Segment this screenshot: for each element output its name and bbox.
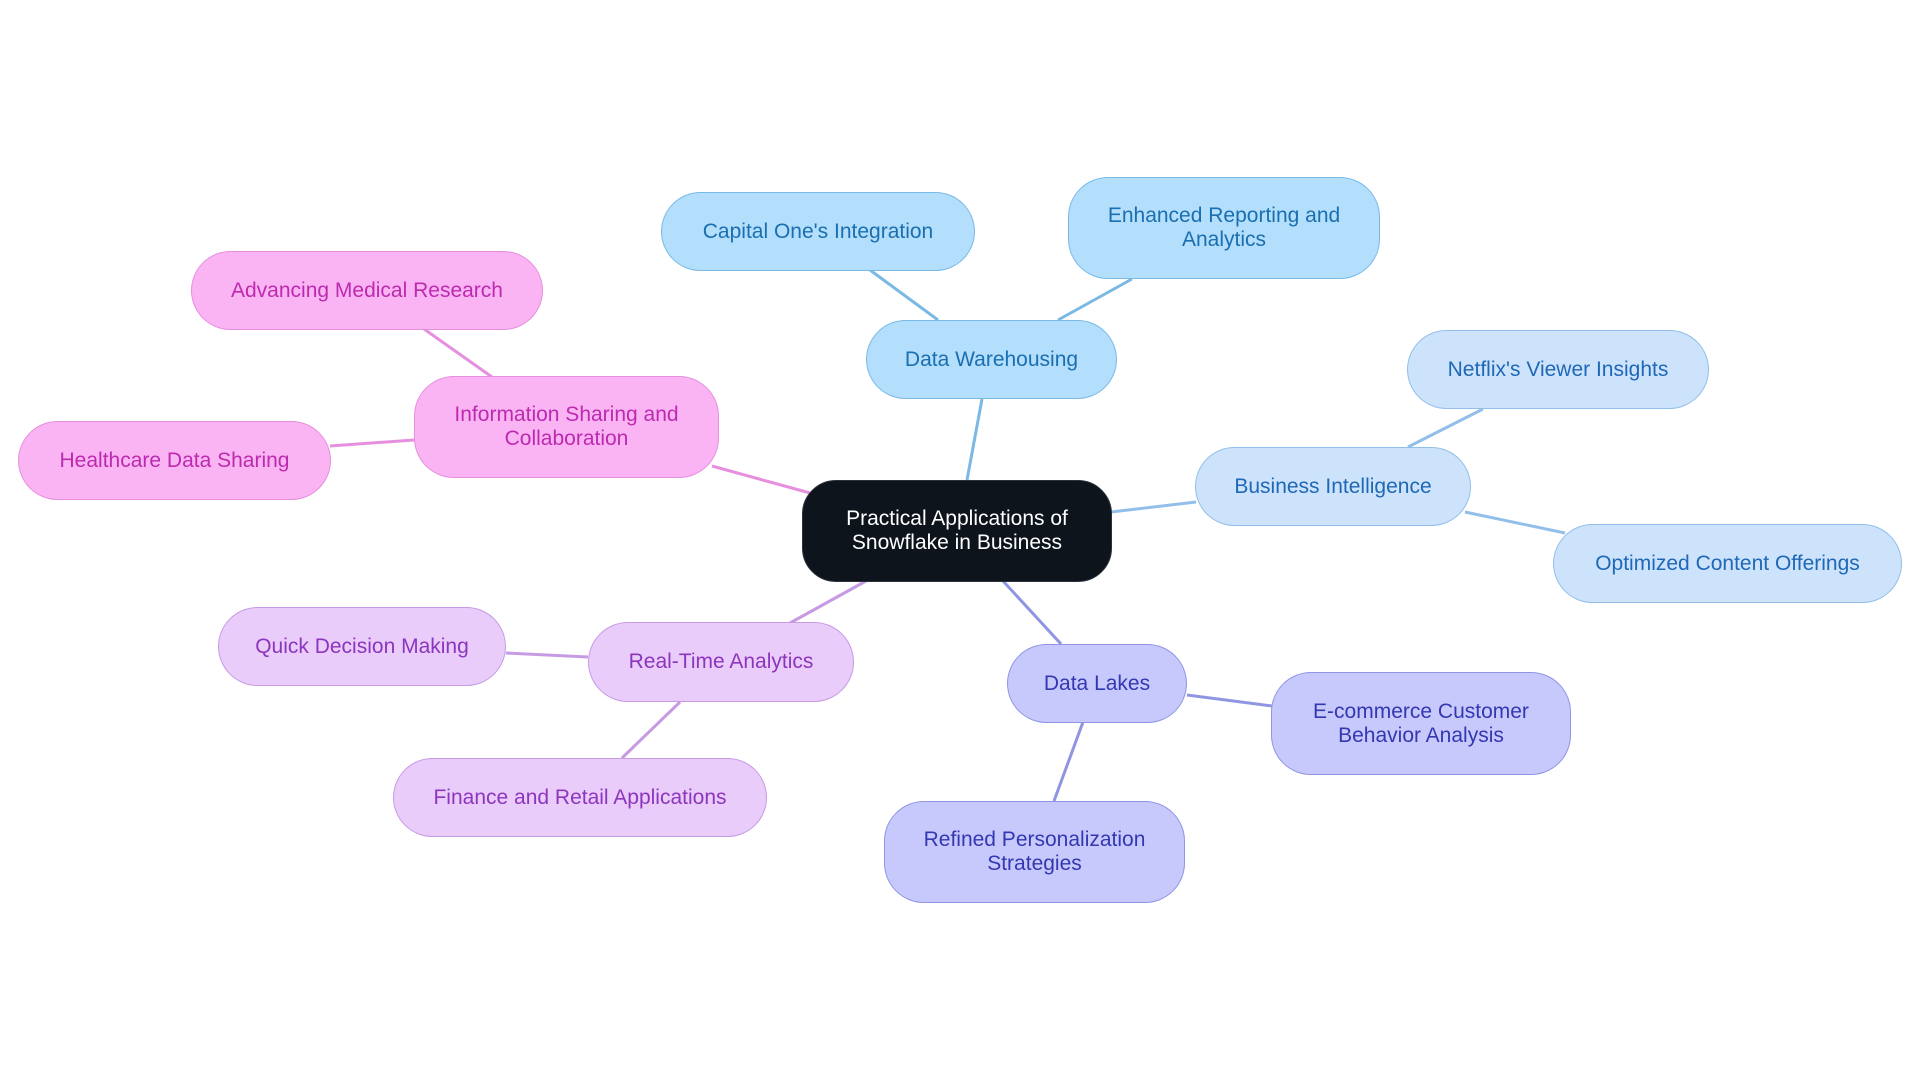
edge-is-is1 xyxy=(423,327,493,379)
node-label: Capital One's Integration xyxy=(702,219,934,243)
node-label: Data Warehousing xyxy=(904,347,1079,371)
node-label: Quick Decision Making xyxy=(255,634,469,658)
node-healthcare-data-sharing[interactable]: Healthcare Data Sharing xyxy=(18,421,331,500)
node-real-time-analytics[interactable]: Real-Time Analytics xyxy=(588,622,854,702)
edge-root-dl xyxy=(1001,579,1063,646)
node-label: Real-Time Analytics xyxy=(628,650,814,673)
node-finance-retail-applications[interactable]: Finance and Retail Applications xyxy=(393,758,767,837)
node-enhanced-reporting[interactable]: Enhanced Reporting and Analytics xyxy=(1068,177,1380,279)
node-label: Business Intelligence xyxy=(1234,474,1432,498)
edge-is-is2 xyxy=(329,438,415,448)
node-advancing-medical-research[interactable]: Advancing Medical Research xyxy=(191,251,543,330)
node-business-intelligence[interactable]: Business Intelligence xyxy=(1195,447,1471,526)
edge-rt-rt2 xyxy=(620,700,682,760)
node-label: Finance and Retail Applications xyxy=(433,785,727,809)
node-label: Refined Personalization Strategies xyxy=(923,828,1146,875)
node-data-warehousing[interactable]: Data Warehousing xyxy=(866,320,1117,399)
edge-root-bi xyxy=(1110,500,1197,514)
node-label: Data Lakes xyxy=(1043,671,1151,695)
node-capital-one-integration[interactable]: Capital One's Integration xyxy=(661,192,975,271)
node-label: E-commerce Customer Behavior Analysis xyxy=(1313,699,1529,747)
node-label: Advancing Medical Research xyxy=(231,278,503,302)
edge-root-rt xyxy=(789,579,867,625)
node-ecommerce-customer-behavior[interactable]: E-commerce Customer Behavior Analysis xyxy=(1271,672,1571,775)
edge-root-dw xyxy=(965,398,984,481)
node-information-sharing[interactable]: Information Sharing and Collaboration xyxy=(414,376,719,478)
node-label: Netflix's Viewer Insights xyxy=(1447,357,1669,381)
edge-dw-dw1 xyxy=(869,268,939,322)
node-label: Information Sharing and Collaboration xyxy=(454,403,679,450)
node-data-lakes[interactable]: Data Lakes xyxy=(1007,644,1187,723)
node-label: Optimized Content Offerings xyxy=(1595,551,1860,575)
node-netflix-viewer-insights[interactable]: Netflix's Viewer Insights xyxy=(1407,330,1709,409)
edge-dw-dw2 xyxy=(1057,277,1133,322)
edge-bi-bi2 xyxy=(1464,510,1566,535)
node-label: Enhanced Reporting and Analytics xyxy=(1107,204,1341,251)
edge-dl-dl1 xyxy=(1186,693,1273,708)
node-optimized-content-offerings[interactable]: Optimized Content Offerings xyxy=(1553,524,1902,603)
root-node-label: Practical Applications of Snowflake in B… xyxy=(846,507,1068,554)
node-quick-decision-making[interactable]: Quick Decision Making xyxy=(218,607,506,686)
edge-dl-dl2 xyxy=(1052,721,1085,802)
edge-bi-bi1 xyxy=(1407,407,1484,449)
root-node[interactable]: Practical Applications of Snowflake in B… xyxy=(802,480,1112,582)
node-refined-personalization[interactable]: Refined Personalization Strategies xyxy=(884,801,1185,903)
node-label: Healthcare Data Sharing xyxy=(59,448,290,472)
edge-rt-rt1 xyxy=(505,651,589,659)
edge-root-is xyxy=(711,464,811,495)
